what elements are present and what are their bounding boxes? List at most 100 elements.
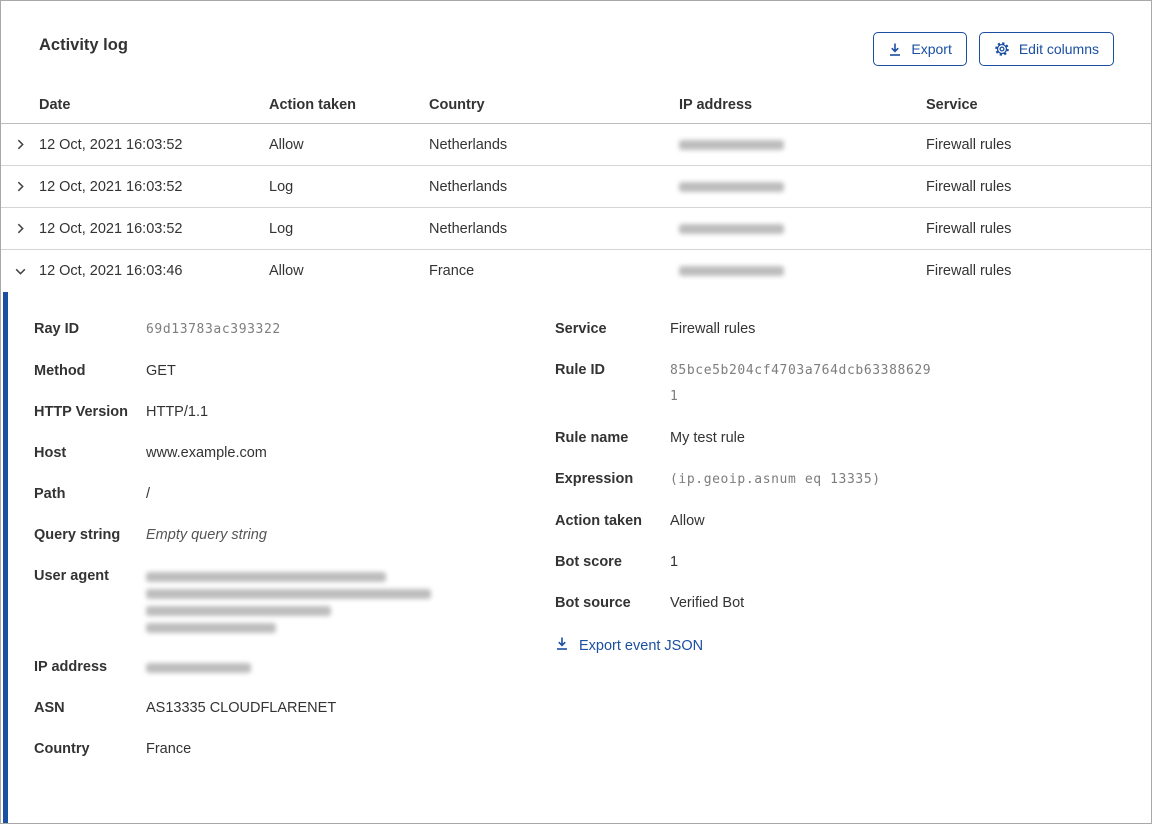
detail-row-ip-address: IP address bbox=[34, 655, 555, 680]
detail-row-service: Service Firewall rules bbox=[555, 317, 1151, 342]
cell-service: Firewall rules bbox=[926, 263, 1012, 279]
detail-value: (ip.geoip.asnum eq 13335) bbox=[670, 472, 881, 487]
redacted-value bbox=[146, 663, 251, 673]
redacted-value bbox=[679, 181, 784, 192]
cell-date: 12 Oct, 2021 16:03:52 bbox=[39, 178, 183, 195]
table-body: 12 Oct, 2021 16:03:52 Allow Netherlands Fir… bbox=[1, 124, 1151, 292]
export-event-json-link[interactable]: Export event JSON bbox=[555, 636, 703, 655]
detail-value: HTTP/1.1 bbox=[146, 404, 209, 420]
detail-row-host: Host www.example.com bbox=[34, 441, 555, 466]
detail-row-asn: ASN AS13335 CLOUDFLARENET bbox=[34, 696, 555, 721]
cell-action-taken: Allow bbox=[269, 263, 304, 279]
detail-value: Empty query string bbox=[146, 527, 267, 543]
edit-columns-button-label: Edit columns bbox=[1018, 41, 1099, 57]
cell-action-taken: Allow bbox=[269, 136, 304, 153]
table-row[interactable]: 12 Oct, 2021 16:03:52 Log Netherlands Firew… bbox=[1, 166, 1151, 208]
detail-label: Host bbox=[34, 445, 67, 461]
detail-value: Verified Bot bbox=[670, 595, 745, 611]
cell-date: 12 Oct, 2021 16:03:46 bbox=[39, 263, 183, 279]
detail-row-action-taken: Action taken Allow bbox=[555, 509, 1151, 534]
table-row[interactable]: 12 Oct, 2021 16:03:46 Allow France Firewall… bbox=[1, 250, 1151, 292]
activity-log-table: Date Action taken Country IP address Service… bbox=[1, 87, 1151, 292]
export-button[interactable]: Export bbox=[873, 32, 967, 66]
detail-value: AS13335 CLOUDFLARENET bbox=[146, 700, 337, 716]
detail-label: Action taken bbox=[555, 513, 643, 529]
chevron-right-icon[interactable] bbox=[1, 138, 39, 151]
cell-action-taken: Log bbox=[269, 220, 294, 237]
cell-service: Firewall rules bbox=[926, 136, 1012, 153]
detail-label: Query string bbox=[34, 527, 121, 543]
detail-row-query-string: Query string Empty query string bbox=[34, 523, 555, 548]
cell-ip-address bbox=[679, 139, 926, 150]
detail-value: 85bce5b204cf4703a764dcb633886291 bbox=[670, 363, 932, 404]
export-event-json-label: Export event JSON bbox=[579, 637, 704, 654]
cell-date: 12 Oct, 2021 16:03:52 bbox=[39, 136, 183, 153]
redacted-value bbox=[679, 139, 784, 150]
edit-columns-button[interactable]: Edit columns bbox=[978, 32, 1114, 66]
cell-service: Firewall rules bbox=[926, 178, 1012, 195]
column-header-country: Country bbox=[429, 97, 485, 113]
column-header-service: Service bbox=[926, 97, 978, 113]
detail-label: Service bbox=[555, 321, 607, 337]
detail-row-country: Country France bbox=[34, 737, 555, 762]
detail-label: Method bbox=[34, 363, 86, 379]
redacted-value bbox=[679, 266, 784, 276]
detail-label: Path bbox=[34, 486, 66, 502]
detail-row-user-agent: User agent bbox=[34, 564, 555, 639]
detail-row-path: Path / bbox=[34, 482, 555, 507]
detail-label: Rule ID bbox=[555, 362, 605, 378]
detail-right-column: Service Firewall rules Rule ID 85bce5b204cf… bbox=[555, 317, 1151, 823]
detail-label: Bot source bbox=[555, 595, 631, 611]
event-detail-panel: Ray ID 69d13783ac393322 Method GET HTTP Vers… bbox=[3, 292, 1151, 823]
export-button-label: Export bbox=[911, 41, 952, 57]
cell-ip-address bbox=[679, 181, 926, 192]
detail-label: Ray ID bbox=[34, 321, 80, 337]
cell-ip-address bbox=[679, 266, 926, 276]
redacted-value bbox=[146, 572, 386, 582]
cell-ip-address bbox=[679, 223, 926, 234]
detail-row-method: Method GET bbox=[34, 359, 555, 384]
cell-country: Netherlands bbox=[429, 178, 508, 195]
detail-row-bot-score: Bot score 1 bbox=[555, 550, 1151, 575]
detail-label: HTTP Version bbox=[34, 404, 129, 420]
detail-label: User agent bbox=[34, 568, 109, 584]
detail-label: IP address bbox=[34, 659, 108, 675]
redacted-value bbox=[679, 223, 784, 234]
detail-row-bot-source: Bot source Verified Bot bbox=[555, 591, 1151, 616]
activity-log-panel: Activity log Export Edit columns Date Ac… bbox=[0, 0, 1152, 824]
column-header-ip-address: IP address bbox=[679, 97, 753, 113]
detail-value: 69d13783ac393322 bbox=[146, 322, 281, 337]
cell-service: Firewall rules bbox=[926, 220, 1012, 237]
detail-label: Rule name bbox=[555, 430, 629, 446]
download-icon bbox=[888, 42, 902, 57]
detail-value: / bbox=[146, 486, 151, 502]
detail-label: Bot score bbox=[555, 554, 622, 570]
detail-row-ray-id: Ray ID 69d13783ac393322 bbox=[34, 317, 555, 343]
column-header-action-taken: Action taken bbox=[269, 97, 357, 113]
detail-value bbox=[146, 564, 431, 639]
chevron-right-icon[interactable] bbox=[1, 222, 39, 235]
page-title: Activity log bbox=[39, 36, 128, 54]
detail-label: ASN bbox=[34, 700, 65, 716]
chevron-down-icon[interactable] bbox=[1, 265, 39, 278]
table-row[interactable]: 12 Oct, 2021 16:03:52 Log Netherlands Firew… bbox=[1, 208, 1151, 250]
detail-value: GET bbox=[146, 363, 176, 379]
download-icon bbox=[555, 636, 569, 655]
table-header-row: Date Action taken Country IP address Service bbox=[1, 87, 1151, 124]
redacted-value bbox=[146, 589, 431, 599]
redacted-value bbox=[146, 606, 331, 616]
cell-country: France bbox=[429, 263, 475, 279]
detail-value: www.example.com bbox=[146, 445, 267, 461]
column-header-date: Date bbox=[39, 97, 71, 113]
detail-value: My test rule bbox=[670, 430, 745, 446]
detail-value: France bbox=[146, 741, 192, 757]
redacted-value bbox=[146, 623, 276, 633]
detail-label: Expression bbox=[555, 471, 634, 487]
topbar: Activity log Export Edit columns bbox=[1, 1, 1151, 87]
toolbar: Export Edit columns bbox=[873, 32, 1114, 66]
table-row[interactable]: 12 Oct, 2021 16:03:52 Allow Netherlands Fir… bbox=[1, 124, 1151, 166]
detail-value: 1 bbox=[670, 554, 679, 570]
detail-value: Allow bbox=[670, 513, 705, 529]
chevron-right-icon[interactable] bbox=[1, 180, 39, 193]
detail-row-expression: Expression (ip.geoip.asnum eq 13335) bbox=[555, 467, 1151, 493]
